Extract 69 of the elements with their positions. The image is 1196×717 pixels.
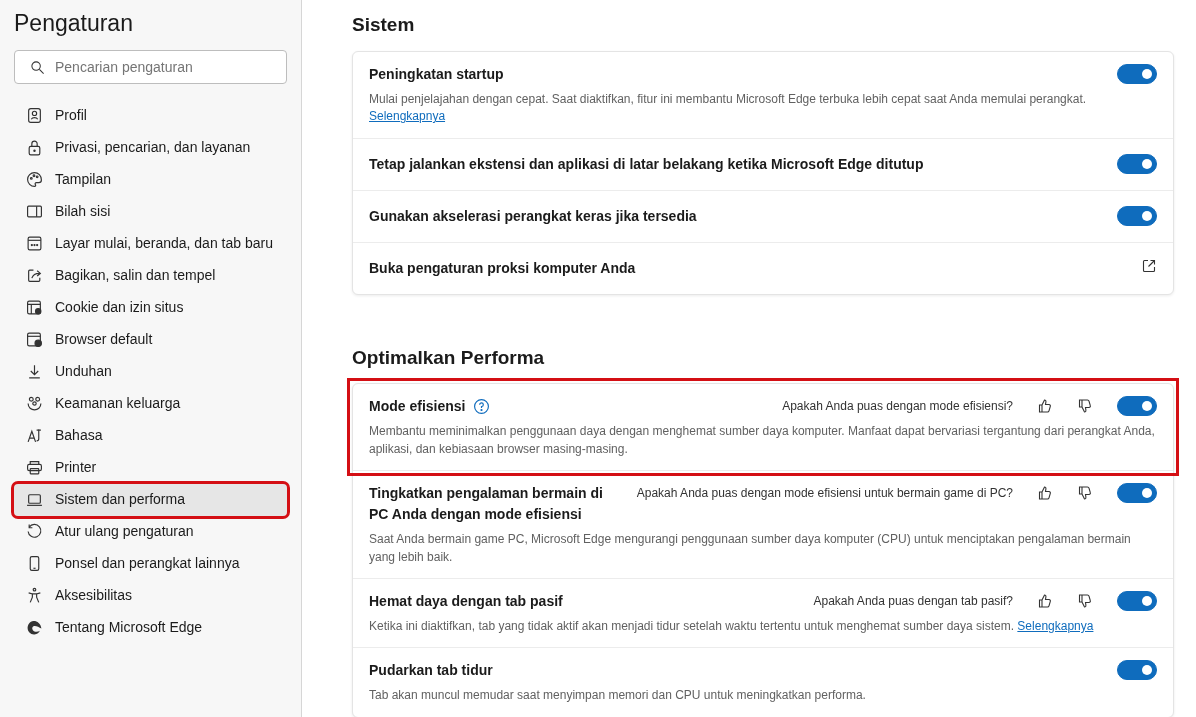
accessibility-icon [26, 587, 43, 605]
thumbs-down-icon[interactable] [1077, 398, 1093, 415]
nav-item[interactable]: Bilah sisi [14, 195, 287, 228]
help-icon[interactable] [473, 398, 491, 416]
nav-item[interactable]: Printer [14, 451, 287, 484]
feedback-question: Apakah Anda puas dengan mode efisiensi? [782, 398, 1013, 416]
toggle-switch[interactable] [1117, 590, 1157, 611]
nav-item[interactable]: Aksesibilitas [14, 579, 287, 612]
section-title: Sistem [352, 14, 416, 37]
nav-item[interactable]: Tentang Microsoft Edge [14, 611, 287, 644]
learn-more-link[interactable]: Selengkapnya [369, 109, 446, 124]
feedback-question: Apakah Anda puas dengan mode efisiensi untuk bermain game di PC? [636, 485, 1013, 503]
setting-title: Tetap jalankan ekstensi dan aplikasi di latar belakang ketika Microsoft Edge ditutup [369, 154, 924, 174]
settings-title: Pengaturan [14, 10, 134, 38]
toggle-switch[interactable] [1117, 660, 1157, 681]
nav-item[interactable]: Browser default [14, 323, 287, 356]
nav-item[interactable]: Unduhan [14, 355, 287, 388]
laptop-icon [26, 491, 43, 509]
setting-title: Gunakan akselerasi perangkat keras jika tersedia [369, 206, 697, 226]
nav-item[interactable]: Bagikan, salin dan tempel [14, 259, 287, 292]
cookie-settings-icon [26, 299, 43, 317]
setting-description: Tab akan muncul memudar saat menyimpan memori dan CPU untuk meningkatkan performa. [369, 687, 867, 705]
setting-description: Ketika ini diaktifkan, tab yang tidak aktif akan menjadi tidur setelah waktu tertentu untuk menghemat sumber daya sistem. Selengkapnya [369, 617, 1095, 635]
setting-title: Pudarkan tab tidur [369, 661, 493, 681]
browser-check-icon [26, 331, 43, 349]
learn-more-link[interactable]: Selengkapnya [1017, 618, 1094, 633]
thumbs-down-icon[interactable] [1077, 485, 1093, 502]
thumbs-up-icon[interactable] [1037, 398, 1053, 415]
setting-description: Mulai penjelajahan dengan cepat. Saat diaktifkan, fitur ini membantu Microsoft Edge terbuka lebih cepat saat Anda memulai perangkat. Selengkapnya [369, 90, 1088, 126]
nav-item[interactable]: Bahasa [14, 419, 287, 452]
lock-icon [26, 139, 43, 157]
reset-icon [26, 523, 43, 541]
setting-description: Saat Anda bermain game PC, Microsoft Edge mengurangi penggunaan sumber daya komputer (CPU) untuk menciptakan pengalaman bermain yang lebih baik. [369, 531, 1132, 566]
external-link-icon[interactable] [1141, 257, 1157, 274]
nav-item[interactable]: Sistem dan performa [14, 483, 287, 516]
setting-title: Buka pengaturan proksi komputer Anda [369, 258, 636, 278]
toggle-switch[interactable] [1117, 483, 1157, 504]
download-icon [26, 363, 43, 381]
window-icon [26, 235, 43, 253]
toggle-switch[interactable] [1117, 205, 1157, 226]
share-icon [26, 267, 43, 285]
feedback-question: Apakah Anda puas dengan tab pasif? [813, 592, 1013, 610]
edge-logo-icon [26, 619, 43, 637]
setting-description: Membantu meminimalkan penggunaan daya dengan menghemat sumber daya komputer. Manfaat dapat bervariasi tergantung dari perangkat Anda, aplikasi, dan kebiasaan browser masing-masing. [369, 423, 1156, 458]
setting-title: Mode efisiensi [369, 397, 466, 417]
setting-title: Hemat daya dengan tab pasif [369, 591, 563, 611]
search-icon [30, 59, 45, 75]
nav-item[interactable]: Profil [14, 99, 287, 132]
language-icon [26, 427, 43, 445]
toggle-switch[interactable] [1117, 153, 1157, 174]
thumbs-down-icon[interactable] [1077, 592, 1093, 609]
thumbs-up-icon[interactable] [1037, 485, 1053, 502]
printer-icon [26, 459, 43, 477]
toggle-switch[interactable] [1117, 63, 1157, 84]
nav-item[interactable]: Ponsel dan perangkat lainnya [14, 547, 287, 580]
palette-icon [26, 171, 43, 189]
nav-item[interactable]: Layar mulai, beranda, dan tab baru [14, 227, 287, 260]
nav-item[interactable]: Privasi, pencarian, dan layanan [14, 131, 287, 164]
toggle-switch[interactable] [1117, 396, 1157, 417]
person-card-icon [26, 107, 43, 125]
setting-title: Tingkatkan pengalaman bermain di PC Anda dengan mode efisiensi [369, 484, 604, 525]
setting-title: Peningkatan startup [369, 64, 504, 84]
nav-item[interactable]: Atur ulang pengaturan [14, 515, 287, 548]
thumbs-up-icon[interactable] [1037, 592, 1053, 609]
nav-item[interactable]: Tampilan [14, 163, 287, 196]
nav-item[interactable]: Keamanan keluarga [14, 387, 287, 420]
search-field[interactable]: Pencarian pengaturan [14, 49, 287, 84]
nav-item[interactable]: Cookie dan izin situs [14, 291, 287, 324]
section-title: Optimalkan Performa [352, 346, 546, 370]
